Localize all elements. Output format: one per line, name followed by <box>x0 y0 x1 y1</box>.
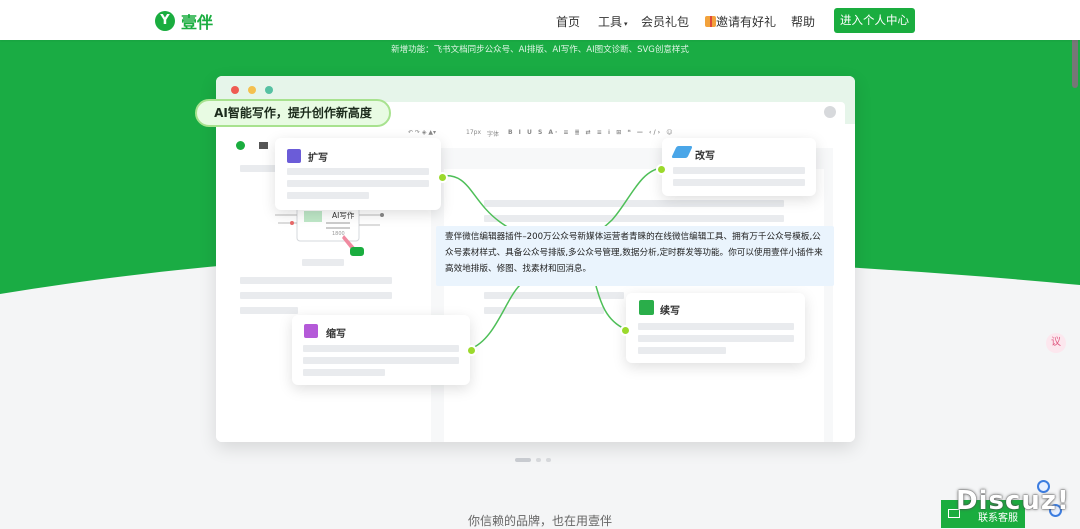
rewrite-card-title: 改写 <box>695 151 715 162</box>
carousel-dot-active[interactable] <box>515 458 531 462</box>
placeholder-line <box>303 345 459 352</box>
expand-card-title: 扩写 <box>308 153 328 164</box>
gift-icon <box>705 16 716 27</box>
placeholder-line <box>303 357 459 364</box>
discuz-watermark: Discuz! <box>956 486 1070 516</box>
placeholder-line <box>673 167 805 174</box>
feedback-float-button[interactable]: 议 <box>1046 333 1066 353</box>
logo-text: 壹伴 <box>181 13 214 32</box>
placeholder-line <box>287 180 429 187</box>
shorten-card-title: 缩写 <box>326 329 346 340</box>
placeholder-line <box>638 323 794 330</box>
placeholder-line <box>303 369 385 376</box>
top-navbar: Y 壹伴 首页 工具 ▾ 会员礼包 邀请有好礼 帮助 进入个人中心 <box>0 0 1080 40</box>
expand-icon <box>287 149 301 163</box>
rewrite-card: 改写 <box>662 138 816 196</box>
carousel-dot[interactable] <box>546 458 551 462</box>
product-description: 壹伴微信编辑器插件–200万公众号新媒体运营者青睐的在线微信编辑工具、拥有万千公… <box>436 226 834 286</box>
connector-node <box>437 172 448 183</box>
nav-tools-label: 工具 <box>598 15 623 29</box>
nav-member-gift[interactable]: 会员礼包 <box>641 13 689 30</box>
continue-icon <box>639 300 654 315</box>
nav-tools[interactable]: 工具 ▾ <box>598 13 628 30</box>
expand-card: 扩写 <box>275 138 441 210</box>
nav-invite-label: 邀请有好礼 <box>716 15 777 29</box>
connector-node <box>620 325 631 336</box>
placeholder-line <box>287 192 369 199</box>
personal-center-button[interactable]: 进入个人中心 <box>834 8 915 33</box>
eraser-icon <box>671 146 693 158</box>
shorten-card: 缩写 <box>292 315 470 385</box>
nav-help[interactable]: 帮助 <box>791 13 815 30</box>
carousel-dot[interactable] <box>536 458 541 462</box>
shorten-icon <box>304 324 318 338</box>
nav-invite[interactable]: 邀请有好礼 <box>705 13 776 30</box>
logo[interactable]: Y 壹伴 <box>155 9 213 33</box>
continue-card: 续写 <box>626 293 805 363</box>
placeholder-line <box>638 335 794 342</box>
continue-card-title: 续写 <box>660 306 680 317</box>
nav-home[interactable]: 首页 <box>556 13 580 30</box>
connector-node <box>656 164 667 175</box>
placeholder-line <box>287 168 429 175</box>
ai-writing-badge: AI智能写作，提升创作新高度 <box>195 99 391 127</box>
logo-mark-icon: Y <box>155 11 175 31</box>
trust-heading: 你信赖的品牌，也在用壹伴 <box>467 514 612 528</box>
placeholder-line <box>638 347 726 354</box>
placeholder-line <box>673 179 805 186</box>
chevron-down-icon: ▾ <box>624 20 628 28</box>
connector-node <box>466 345 477 356</box>
